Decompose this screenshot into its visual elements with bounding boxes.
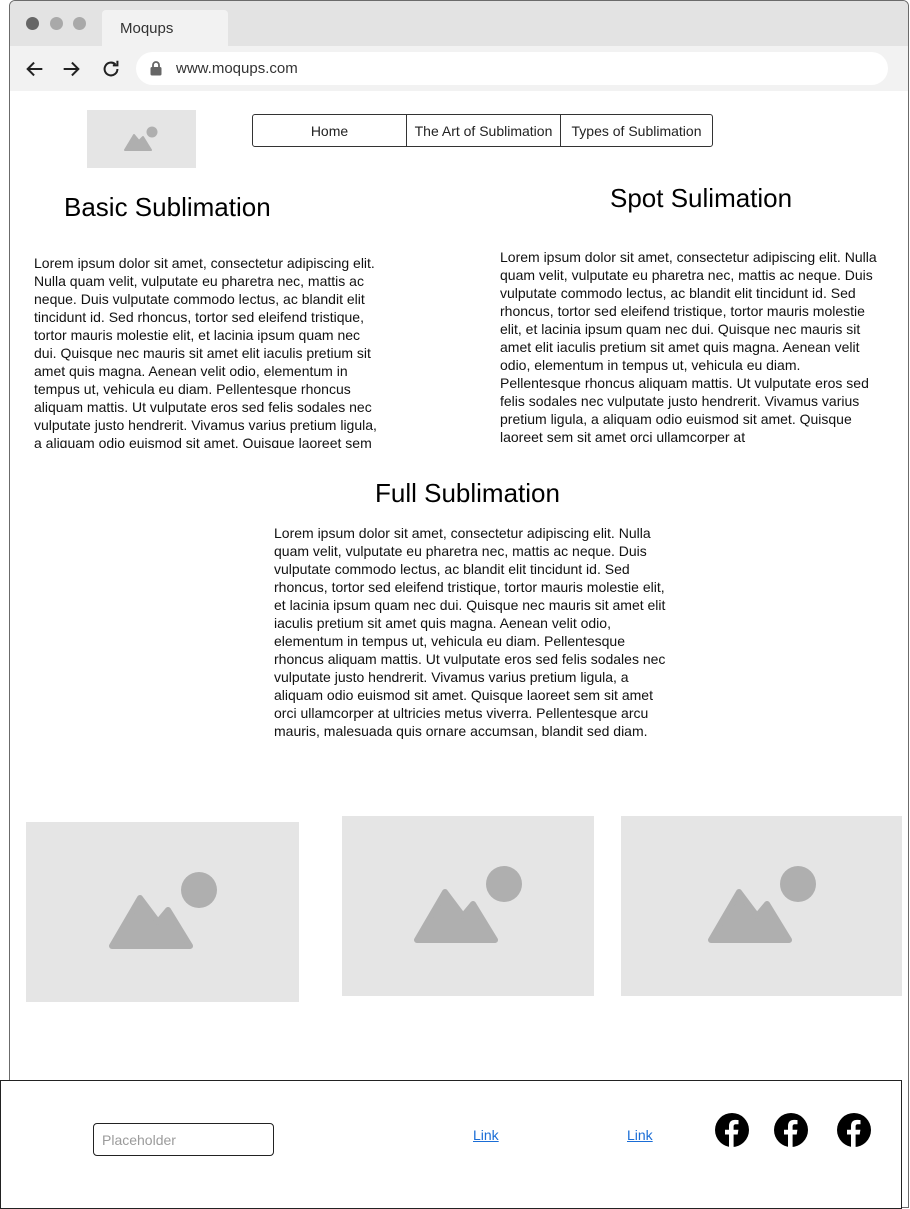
- image-placeholder: [621, 816, 902, 996]
- back-arrow-icon[interactable]: [24, 58, 46, 80]
- nav-item-home[interactable]: Home: [253, 115, 406, 146]
- url-text: www.moqups.com: [176, 60, 298, 77]
- spot-sulimation-heading: Spot Sulimation: [610, 183, 793, 213]
- facebook-icon[interactable]: [715, 1113, 749, 1147]
- image-icon: [414, 866, 522, 943]
- basic-sublimation-text: Lorem ipsum dolor sit amet, consectetur …: [34, 255, 377, 448]
- image-icon: [707, 866, 816, 943]
- full-sublimation-heading: Full Sublimation: [375, 478, 560, 508]
- nav-item-label: Home: [310, 122, 349, 139]
- facebook-icon[interactable]: [774, 1113, 808, 1147]
- close-window-dot[interactable]: [26, 17, 39, 30]
- logo-image-placeholder: [87, 110, 196, 168]
- nav-item-label: Types of Sublimation: [571, 122, 702, 139]
- nav-item-types-of-sublimation[interactable]: Types of Sublimation: [560, 115, 712, 146]
- image-icon: [124, 126, 158, 151]
- facebook-icon[interactable]: [837, 1113, 871, 1147]
- reload-icon[interactable]: [100, 58, 122, 80]
- image-icon: [108, 872, 217, 949]
- lock-icon: [150, 61, 162, 76]
- footer-link[interactable]: Link: [627, 1127, 653, 1143]
- spot-sulimation-text: Lorem ipsum dolor sit amet, consectetur …: [500, 249, 877, 444]
- tab-title: Moqups: [120, 20, 174, 37]
- main-navigation: Home The Art of Sublimation Types of Sub…: [252, 114, 713, 147]
- browser-tab[interactable]: Moqups: [102, 10, 228, 46]
- footer-link[interactable]: Link: [473, 1127, 499, 1143]
- minimize-window-dot[interactable]: [50, 17, 63, 30]
- address-bar: www.moqups.com: [10, 46, 908, 91]
- basic-sublimation-heading: Basic Sublimation: [64, 192, 271, 222]
- url-field[interactable]: www.moqups.com: [136, 52, 888, 85]
- footer-input-field[interactable]: [93, 1123, 274, 1156]
- nav-item-label: The Art of Sublimation: [414, 122, 553, 139]
- forward-arrow-icon[interactable]: [60, 58, 82, 80]
- maximize-window-dot[interactable]: [73, 17, 86, 30]
- nav-item-art-of-sublimation[interactable]: The Art of Sublimation: [406, 115, 560, 146]
- image-placeholder: [26, 822, 299, 1002]
- full-sublimation-text: Lorem ipsum dolor sit amet, consectetur …: [274, 525, 666, 739]
- title-bar: Moqups: [10, 1, 908, 46]
- image-placeholder: [342, 816, 594, 996]
